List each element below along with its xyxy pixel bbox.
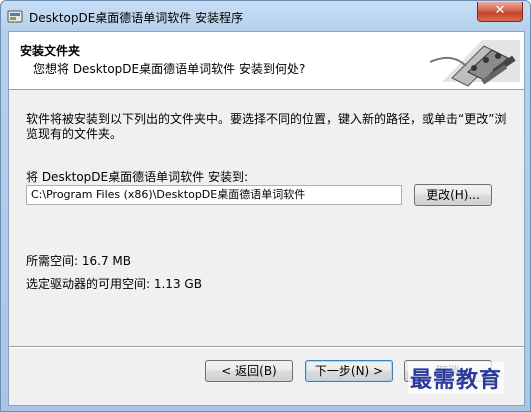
install-path-field[interactable]: C:\Program Files (x86)\DesktopDE桌面德语单词软件 xyxy=(26,185,402,205)
dialog-client-area: 安装文件夹 您想将 DesktopDE桌面德语单词软件 安装到何处? 软件将被安… xyxy=(8,31,525,406)
close-button[interactable]: ✕ xyxy=(477,2,523,22)
instruction-text: 软件将被安装到以下列出的文件夹中。要选择不同的位置，键入新的路径，或单击“更改”… xyxy=(26,112,507,141)
watermark-logo: 最需教育 xyxy=(408,362,505,394)
page-title: 安装文件夹 xyxy=(20,44,81,58)
install-to-label: 将 DesktopDE桌面德语单词软件 安装到: xyxy=(26,170,248,184)
setup-banner-graphic xyxy=(422,32,524,89)
change-folder-button[interactable]: 更改(H)... xyxy=(414,184,492,206)
installer-window: DesktopDE桌面德语单词软件 安装程序 ✕ 安装文件夹 您想将 Deskt… xyxy=(0,0,531,412)
footer-divider xyxy=(9,346,524,348)
title-bar[interactable]: DesktopDE桌面德语单词软件 安装程序 ✕ xyxy=(1,1,530,31)
space-required-text: 所需空间: 16.7 MB xyxy=(26,254,131,268)
window-title: DesktopDE桌面德语单词软件 安装程序 xyxy=(29,11,244,25)
header-band: 安装文件夹 您想将 DesktopDE桌面德语单词软件 安装到何处? xyxy=(9,32,524,90)
space-available-text: 选定驱动器的可用空间: 1.13 GB xyxy=(26,277,202,291)
next-button[interactable]: 下一步(N) > xyxy=(305,360,393,382)
installer-icon xyxy=(7,10,23,23)
page-subtitle: 您想将 DesktopDE桌面德语单词软件 安装到何处? xyxy=(33,62,306,76)
back-button[interactable]: < 返回(B) xyxy=(205,360,293,382)
